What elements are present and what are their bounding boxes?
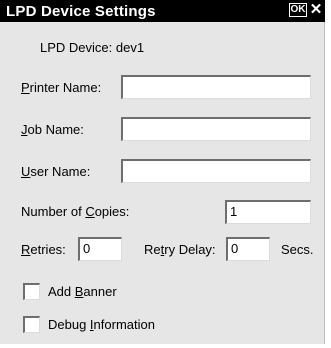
retry-delay-input[interactable]: 0 [226,237,270,261]
user-name-label: User Name: [21,164,91,179]
ok-button[interactable]: OK [289,3,307,17]
job-name-input[interactable] [121,117,311,141]
copies-input[interactable]: 1 [225,200,311,224]
retry-delay-label: Retry Delay: [144,242,216,257]
retries-input[interactable]: 0 [78,237,122,261]
lpd-settings-dialog: LPD Device Settings OK ✕ LPD Device: dev… [0,0,325,344]
printer-name-input[interactable] [121,75,311,99]
window-title: LPD Device Settings [6,3,156,20]
title-bar: LPD Device Settings OK ✕ [0,0,325,22]
retry-delay-unit: Secs. [281,242,314,257]
printer-name-label: Printer Name: [21,80,102,95]
close-icon[interactable]: ✕ [309,2,323,18]
copies-label: Number of Copies: [21,204,130,219]
job-name-label: Job Name: [21,122,84,137]
add-banner-checkbox[interactable] [23,283,40,300]
debug-info-label: Debug Information [48,317,155,332]
lpd-device-value: dev1 [115,40,145,55]
lpd-device-label: LPD Device: [40,40,113,55]
retries-label: Retries: [21,242,66,257]
lpd-device-row: LPD Device: dev1 [40,40,144,55]
debug-info-checkbox[interactable] [23,316,40,333]
user-name-input[interactable] [121,159,311,183]
add-banner-label: Add Banner [48,284,117,299]
